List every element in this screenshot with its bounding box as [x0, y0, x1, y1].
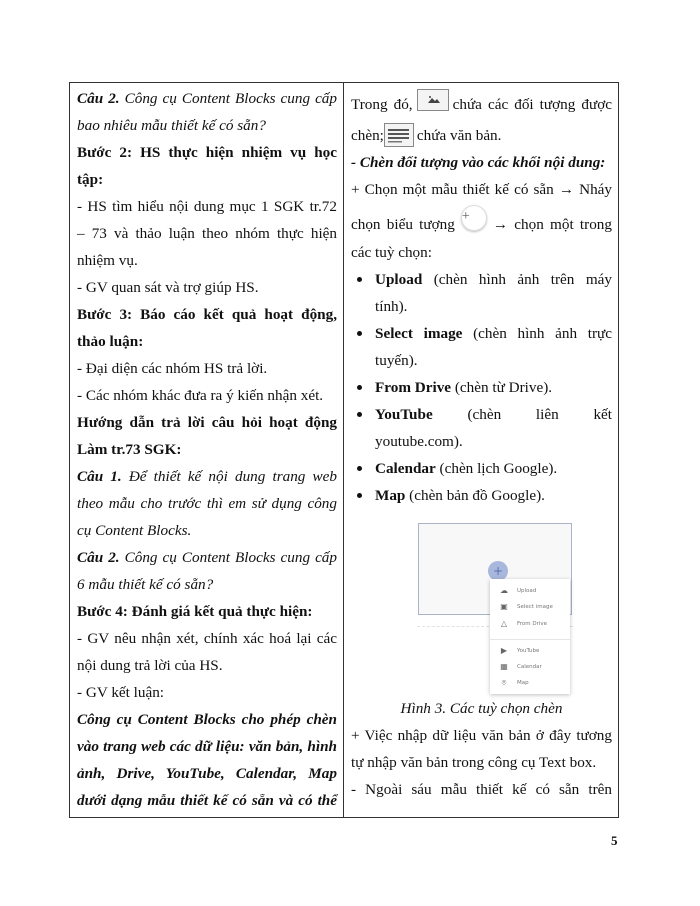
answer-guide-heading: Hướng dẫn trả lời câu hỏi hoạt động — [77, 414, 337, 431]
calendar-icon: ▦ — [500, 661, 508, 671]
other-templates-text: - Ngoài sáu mẫu thiết kế có sẵn trên — [351, 780, 612, 798]
text-block-icon — [383, 122, 414, 147]
insert-options-list: Upload (chèn hình ảnh trên máy tính). Se… — [351, 266, 612, 509]
intro-line-2: chèn; chứa văn bản. — [351, 122, 612, 149]
figure-caption: Hình 3. Các tuỳ chọn chèn — [400, 699, 563, 717]
step-3-heading: Bước 3: Báo cáo kết quả hoạt động, — [77, 306, 337, 323]
bullet-icon — [357, 276, 362, 282]
menu-item-calendar: ▦ Calendar — [500, 661, 542, 671]
option-item-select-image: Select image (chèn hình ảnh trực tuyến). — [351, 320, 612, 374]
step-4-text: - GV kết luận: — [77, 684, 165, 701]
menu-item-youtube: ▶ YouTube — [500, 645, 540, 655]
page-number: 5 — [611, 833, 618, 848]
step-3-text: - Các nhóm khác đưa ra ý kiến nhận xét. — [77, 387, 324, 404]
step-2-heading-cont: tập: — [77, 171, 104, 188]
menu-item-map: ⌾ Map — [501, 677, 529, 687]
menu-item-from-drive: △ From Drive — [500, 618, 548, 628]
answer-1-cont: theo mẫu cho trước thì em sử dụng công — [77, 495, 337, 512]
option-item-from-drive: From Drive (chèn từ Drive). — [351, 374, 612, 401]
conclusion-text: dưới dạng mẫu thiết kế có sẵn và có thể — [77, 792, 337, 809]
option-item-calendar: Calendar (chèn lịch Google). — [351, 455, 612, 482]
lesson-table: Câu 2. Công cụ Content Blocks cung cấp b… — [69, 82, 619, 818]
option-item-map: Map (chèn bản đồ Google). — [351, 482, 612, 509]
step-4-text: - GV nêu nhận xét, chính xác hoá lại các — [77, 630, 337, 647]
menu-separator — [490, 638, 570, 640]
step-2-heading: Bước 2: HS thực hiện nhiệm vụ học — [77, 144, 337, 161]
menu-item-select-image: ▣ Select image — [500, 601, 553, 611]
bullet-icon — [357, 384, 362, 390]
choose-template-text: + Chọn một mẫu thiết kế có sẵn → Nháy — [351, 181, 612, 198]
youtube-icon: ▶ — [500, 645, 508, 655]
conclusion-text: Công cụ Content Blocks cho phép chèn — [77, 711, 337, 728]
drive-icon: △ — [500, 618, 508, 628]
question-2: Câu 2. Công cụ Content Blocks cung cấp — [77, 90, 337, 107]
step-3-text: - Đại diện các nhóm HS trả lời. — [77, 360, 268, 377]
insert-menu: ☁ Upload ▣ Select image △ From Drive ▶ YouTu… — [490, 578, 570, 694]
image-icon: ▣ — [500, 601, 508, 611]
step-3-heading-cont: thảo luận: — [77, 333, 144, 350]
option-item-youtube: YouTube (chèn liên kết youtube.com). — [351, 401, 612, 455]
right-column: Trong đó, chứa các đối tượng được chèn; ch… — [344, 83, 618, 817]
step-4-text: nội dung trả lời của HS. — [77, 657, 223, 674]
answer-2: Câu 2. Công cụ Content Blocks cung cấp — [77, 549, 337, 566]
question-2-cont: bao nhiêu mẫu thiết kế có sẵn? — [77, 117, 266, 134]
image-placeholder-icon — [416, 88, 449, 111]
bullet-icon — [357, 411, 362, 417]
step-2-text: nhiệm vụ. — [77, 252, 138, 269]
answer-2-cont: 6 mẫu thiết kế có sẵn? — [77, 576, 214, 593]
insert-objects-heading: - Chèn đối tượng vào các khối nội dung: — [351, 154, 606, 171]
conclusion-text: ảnh, Drive, YouTube, Calendar, Map — [77, 765, 337, 782]
answer-guide-heading-cont: Làm tr.73 SGK: — [77, 441, 182, 458]
intro-line-1: Trong đó, chứa các đối tượng được — [351, 88, 612, 118]
bullet-icon — [357, 492, 362, 498]
bullet-icon — [357, 465, 362, 471]
text-input-note: + Việc nhập dữ liệu văn bản ở đây tương — [351, 726, 612, 744]
text-input-note-cont: tự nhập văn bản trong công cụ Text box. — [351, 753, 597, 771]
insert-options-figure: + ☁ Upload ▣ Select image △ From Drive ▶ You… — [417, 519, 573, 695]
options-intro: các tuỳ chọn: — [351, 243, 432, 261]
menu-item-upload: ☁ Upload — [500, 585, 537, 595]
answer-1: Câu 1. Để thiết kế nội dung trang web — [77, 468, 338, 485]
bullet-icon — [357, 330, 362, 336]
step-2-text: - GV quan sát và trợ giúp HS. — [77, 279, 259, 296]
step-2-text: – 73 và thảo luận theo nhóm thực hiện — [77, 225, 337, 242]
map-pin-icon: ⌾ — [501, 677, 507, 687]
conclusion-text: vào trang web các dữ liệu: văn bản, hình — [77, 738, 337, 755]
left-column: Câu 2. Công cụ Content Blocks cung cấp b… — [70, 83, 344, 817]
add-plus-icon: + — [460, 204, 487, 231]
step-2-text: - HS tìm hiểu nội dung mục 1 SGK tr.72 — [77, 198, 337, 215]
option-item-upload: Upload (chèn hình ảnh trên máy tính). — [351, 266, 612, 320]
choose-icon-line: chọn biểu tượng + → chọn một trong — [351, 204, 612, 239]
step-4-heading: Bước 4: Đánh giá kết quả thực hiện: — [77, 603, 313, 620]
answer-1-cont: cụ Content Blocks. — [77, 522, 192, 539]
cloud-upload-icon: ☁ — [500, 585, 508, 595]
add-button-icon: + — [488, 560, 508, 581]
